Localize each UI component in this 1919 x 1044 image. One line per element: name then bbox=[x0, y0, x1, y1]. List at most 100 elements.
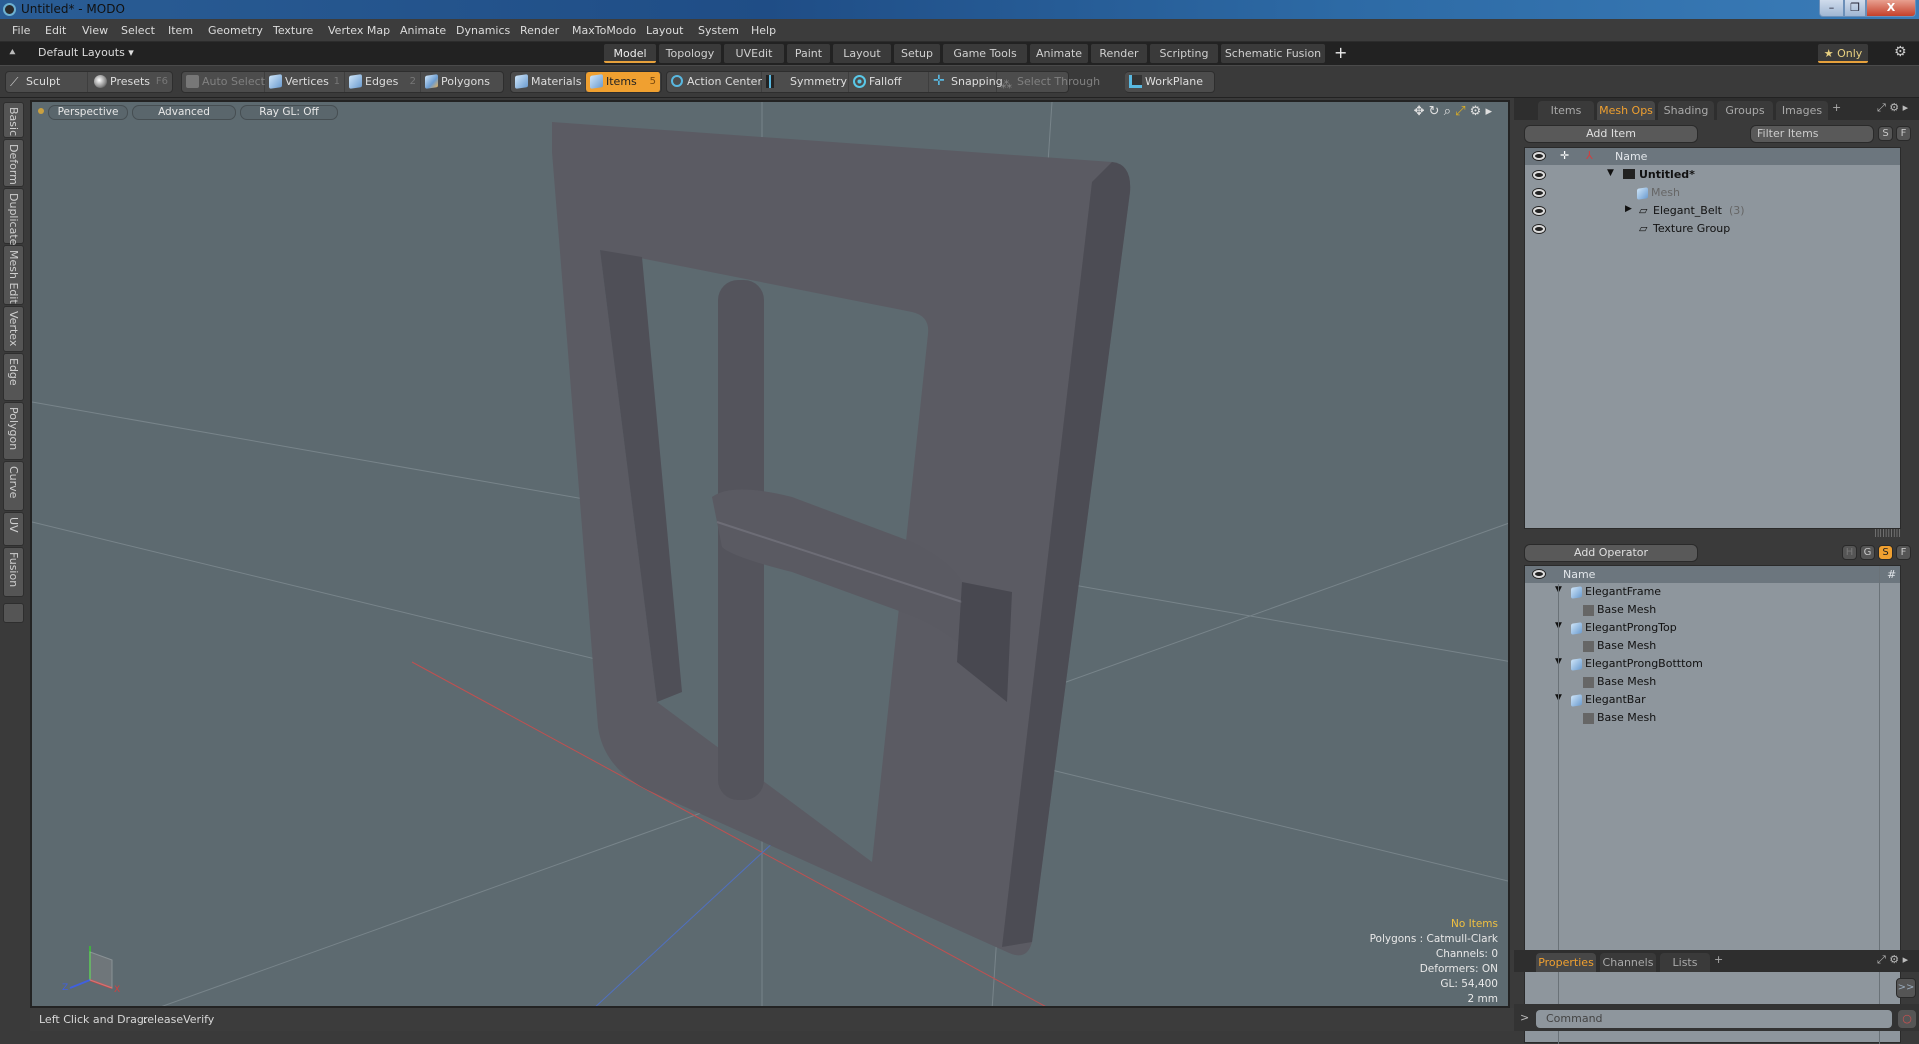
vtab-duplicate[interactable]: Duplicate bbox=[3, 188, 24, 245]
add-tab-icon[interactable]: + bbox=[1714, 953, 1723, 966]
tab-scripting[interactable]: Scripting bbox=[1150, 44, 1218, 63]
tab-uvedit[interactable]: UVEdit bbox=[724, 44, 784, 63]
s-toggle-button[interactable]: S bbox=[1878, 545, 1893, 560]
tab-schematic-fusion[interactable]: Schematic Fusion bbox=[1221, 44, 1325, 63]
vtab-curve[interactable]: Curve bbox=[3, 461, 24, 511]
add-tab-icon[interactable]: + bbox=[1832, 101, 1841, 114]
expand-panel-icon[interactable]: ⤢ ⚙ ▸ bbox=[1877, 953, 1908, 967]
polygons-button[interactable]: Polygons bbox=[421, 72, 503, 92]
vtab-vertex[interactable]: Vertex bbox=[3, 306, 24, 352]
tab-layout[interactable]: Layout bbox=[833, 44, 891, 63]
tab-paint[interactable]: Paint bbox=[787, 44, 830, 63]
falloff-button[interactable]: Falloff bbox=[849, 72, 929, 92]
materials-button[interactable]: Materials bbox=[511, 72, 586, 92]
command-input[interactable]: Command bbox=[1536, 1010, 1892, 1028]
add-layout-button[interactable]: + bbox=[1334, 43, 1347, 62]
workplane-button[interactable]: WorkPlane bbox=[1125, 72, 1213, 92]
visibility-icon[interactable] bbox=[1533, 207, 1545, 215]
tab-animate[interactable]: Animate bbox=[1030, 44, 1088, 63]
eye-icon[interactable] bbox=[1533, 570, 1545, 578]
menu-edit[interactable]: Edit bbox=[45, 24, 66, 37]
h-button[interactable]: H bbox=[1842, 545, 1857, 560]
tree-row-untitled[interactable]: ▼ Untitled* bbox=[1525, 167, 1900, 185]
menu-help[interactable]: Help bbox=[751, 24, 776, 37]
viewport-menu-icon[interactable]: ▸ bbox=[1485, 104, 1492, 119]
menu-system[interactable]: System bbox=[698, 24, 739, 37]
gear-icon[interactable]: ⚙ bbox=[1894, 44, 1907, 60]
vtab-mesh-edit[interactable]: Mesh Edit bbox=[3, 245, 24, 305]
menu-item[interactable]: Item bbox=[168, 24, 193, 37]
snapping-button[interactable]: ✛ Snapping bbox=[929, 72, 1003, 92]
eye-icon[interactable] bbox=[1533, 152, 1545, 160]
op-row-base-mesh[interactable]: Base Mesh bbox=[1525, 674, 1900, 692]
menu-render[interactable]: Render bbox=[520, 24, 559, 37]
minimize-button[interactable]: – bbox=[1819, 0, 1844, 17]
tab-groups[interactable]: Groups bbox=[1717, 101, 1773, 120]
record-icon[interactable]: ○ bbox=[1898, 1010, 1916, 1028]
splitter-handle[interactable]: |||||||||| bbox=[1874, 528, 1919, 537]
visibility-icon[interactable] bbox=[1533, 171, 1545, 179]
lock-icon[interactable]: ✛ bbox=[1560, 149, 1569, 162]
menu-geometry[interactable]: Geometry bbox=[208, 24, 263, 37]
vtab-polygon[interactable]: Polygon bbox=[3, 402, 24, 460]
items-button[interactable]: Items 5 bbox=[586, 72, 661, 92]
filter-items-input[interactable]: Filter Items bbox=[1750, 125, 1874, 143]
op-row-elegant-frame[interactable]: ▼ ElegantFrame bbox=[1525, 584, 1900, 602]
visibility-icon[interactable] bbox=[1533, 189, 1545, 197]
rotate-icon[interactable]: ↻ bbox=[1429, 104, 1440, 119]
f-toggle-button[interactable]: F bbox=[1896, 545, 1911, 560]
tab-items[interactable]: Items bbox=[1538, 101, 1594, 120]
pan-icon[interactable]: ✥ bbox=[1414, 104, 1425, 119]
add-operator-button[interactable]: Add Operator bbox=[1524, 544, 1698, 562]
layout-up-icon[interactable]: ⯅ bbox=[8, 46, 17, 60]
sculpt-button[interactable]: ⟋ Sculpt bbox=[6, 72, 88, 92]
expand-panel-icon[interactable]: ⤢ ⚙ ▸ bbox=[1877, 101, 1908, 115]
tab-mesh-ops[interactable]: Mesh Ops bbox=[1597, 101, 1655, 120]
symmetry-button[interactable]: Symmetry bbox=[762, 72, 849, 92]
menu-maxtomodo[interactable]: MaxToModo bbox=[572, 24, 636, 37]
op-row-base-mesh[interactable]: Base Mesh bbox=[1525, 638, 1900, 656]
tree-row-elegant-belt[interactable]: ▶ ▱ Elegant_Belt (3) bbox=[1525, 203, 1900, 221]
tab-topology[interactable]: Topology bbox=[659, 44, 721, 63]
s-button[interactable]: S bbox=[1878, 126, 1893, 141]
close-button[interactable]: X bbox=[1866, 0, 1916, 17]
vtab-extra[interactable] bbox=[3, 603, 24, 623]
tab-render[interactable]: Render bbox=[1091, 44, 1147, 63]
vtab-edge[interactable]: Edge bbox=[3, 353, 24, 401]
tab-model[interactable]: Model bbox=[604, 44, 656, 63]
menu-view[interactable]: View bbox=[82, 24, 108, 37]
menu-animate[interactable]: Animate bbox=[400, 24, 446, 37]
vtab-uv[interactable]: UV bbox=[3, 512, 24, 546]
tab-setup[interactable]: Setup bbox=[894, 44, 940, 63]
render-icon[interactable]: ⅄ bbox=[1586, 149, 1593, 162]
op-row-elegant-bar[interactable]: ▼ ElegantBar bbox=[1525, 692, 1900, 710]
visibility-icon[interactable] bbox=[1533, 225, 1545, 233]
tree-row-texture-group[interactable]: ▱ Texture Group bbox=[1525, 221, 1900, 239]
vtab-deform[interactable]: Deform bbox=[3, 139, 24, 187]
g-button[interactable]: G bbox=[1860, 545, 1875, 560]
op-row-elegant-prong-bottom[interactable]: ▼ ElegantProngBotttom bbox=[1525, 656, 1900, 674]
op-row-elegant-prong-top[interactable]: ▼ ElegantProngTop bbox=[1525, 620, 1900, 638]
tab-properties[interactable]: Properties bbox=[1536, 953, 1596, 972]
tab-lists[interactable]: Lists bbox=[1660, 953, 1710, 972]
tree-row-mesh[interactable]: Mesh bbox=[1525, 185, 1900, 203]
presets-button[interactable]: Presets F6 bbox=[90, 72, 172, 92]
maximize-viewport-icon[interactable]: ⤢ bbox=[1455, 104, 1465, 119]
zoom-icon[interactable]: ⌕ bbox=[1444, 104, 1451, 119]
auto-select-button[interactable]: Auto Select bbox=[182, 72, 265, 92]
raygl-button[interactable]: Ray GL: Off bbox=[240, 105, 338, 120]
3d-viewport[interactable]: Perspective Advanced Ray GL: Off ✥ ↻ ⌕ ⤢… bbox=[30, 100, 1510, 1008]
f-button[interactable]: F bbox=[1896, 126, 1911, 141]
op-row-base-mesh[interactable]: Base Mesh bbox=[1525, 710, 1900, 728]
tab-images[interactable]: Images bbox=[1776, 101, 1828, 120]
maximize-button[interactable]: ❐ bbox=[1844, 0, 1866, 17]
vtab-basic[interactable]: Basic bbox=[3, 102, 24, 138]
tab-shading[interactable]: Shading bbox=[1658, 101, 1714, 120]
action-center-button[interactable]: Action Center bbox=[667, 72, 762, 92]
vertices-button[interactable]: Vertices 1 bbox=[265, 72, 345, 92]
menu-texture[interactable]: Texture bbox=[273, 24, 313, 37]
menu-select[interactable]: Select bbox=[121, 24, 155, 37]
shading-mode-button[interactable]: Advanced bbox=[132, 105, 236, 120]
tab-game-tools[interactable]: Game Tools bbox=[943, 44, 1027, 63]
vtab-fusion[interactable]: Fusion bbox=[3, 547, 24, 597]
